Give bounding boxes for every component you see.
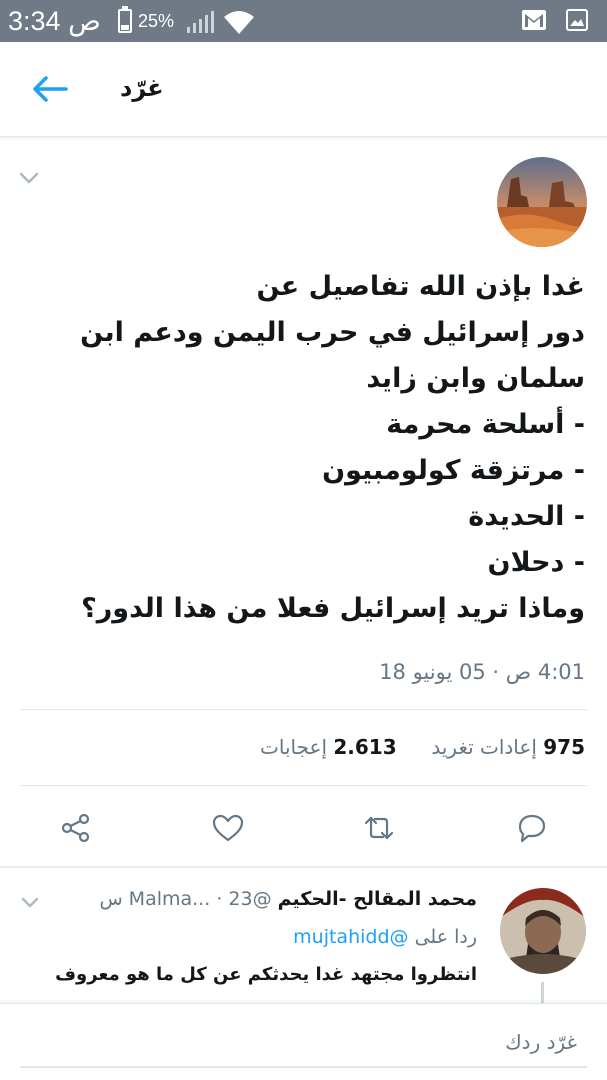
- reply-button[interactable]: [514, 810, 550, 846]
- retweet-count[interactable]: 975: [543, 735, 585, 759]
- like-label[interactable]: إعجابات: [260, 735, 327, 759]
- divider: [20, 785, 587, 786]
- thread-line: [541, 982, 544, 1004]
- tweet-line: غدا بإذن الله تفاصيل عن: [256, 271, 585, 302]
- tweet-timestamp: 4:01 ص · 05 يونيو 18: [379, 660, 585, 684]
- replying-to: ردا على @mujtahidd: [293, 926, 477, 948]
- tweet-actions: [0, 805, 607, 851]
- reply-text: انتظروا مجتهد غدا يحدثكم عن كل ما هو معر…: [55, 964, 477, 985]
- section-separator: [0, 866, 607, 868]
- share-icon: [61, 813, 90, 843]
- tweet-line: دور إسرائيل في حرب اليمن ودعم ابن: [80, 317, 585, 348]
- gallery-icon: [566, 9, 588, 31]
- mention-link[interactable]: @mujtahidd: [293, 926, 408, 948]
- retweet-icon: [364, 816, 394, 840]
- page-title: غرّد: [120, 74, 164, 102]
- back-arrow-icon[interactable]: [30, 74, 70, 104]
- status-time: 3:34 ص: [8, 6, 101, 36]
- tweet-line: وماذا تريد إسرائيل فعلا من هذا الدور؟: [81, 593, 585, 624]
- replying-prefix: ردا على: [414, 926, 477, 948]
- gmail-icon: [522, 10, 546, 30]
- status-bar: 3:34 ص 25%: [0, 0, 607, 42]
- heart-icon: [212, 814, 244, 842]
- divider: [20, 709, 587, 710]
- signal-icon: [187, 11, 214, 33]
- retweet-button[interactable]: [361, 810, 397, 846]
- wifi-icon: [224, 11, 254, 34]
- battery-percent: 25%: [138, 11, 175, 31]
- reply-header: محمد المقالح -الحكيم @Malma... · 23 س: [99, 888, 477, 910]
- chevron-down-icon[interactable]: [20, 896, 40, 910]
- desert-landscape-image: [497, 157, 587, 247]
- tweet-stats: 975 إعادات تغريد 2.613 إعجابات: [260, 735, 585, 759]
- avatar[interactable]: [500, 888, 586, 974]
- share-button[interactable]: [58, 810, 94, 846]
- tweet-line: سلمان وابن زايد: [366, 363, 585, 394]
- portrait-image: [500, 888, 586, 974]
- avatar[interactable]: [497, 157, 587, 247]
- top-app-bar: غرّد: [0, 42, 607, 137]
- retweet-label[interactable]: إعادات تغريد: [431, 735, 537, 759]
- tweet-line: - أسلحة محرمة: [386, 409, 585, 440]
- reply-icon: [518, 814, 546, 843]
- tweet-text: غدا بإذن الله تفاصيل عن دور إسرائيل في ح…: [25, 264, 585, 632]
- like-count[interactable]: 2.613: [333, 735, 396, 759]
- compose-bar: [0, 1003, 607, 1080]
- like-button[interactable]: [210, 810, 246, 846]
- reply-input[interactable]: [20, 1018, 587, 1068]
- battery-icon: [118, 6, 132, 33]
- tweet-line: - دحلان: [487, 547, 585, 578]
- chevron-down-icon[interactable]: [18, 170, 40, 186]
- tweet-line: - مرتزقة كولومبيون: [322, 455, 585, 486]
- tweet-line: - الحديدة: [468, 501, 585, 532]
- separator-dot: ·: [216, 888, 223, 910]
- reply-author-name[interactable]: محمد المقالح -الحكيم: [278, 888, 477, 910]
